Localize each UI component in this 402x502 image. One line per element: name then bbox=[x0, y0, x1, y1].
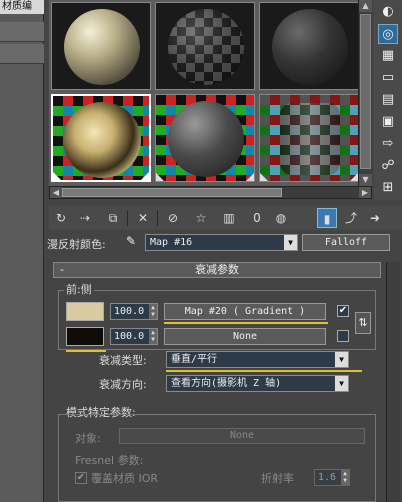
override-ior-label: 覆盖材质 IOR bbox=[91, 472, 159, 485]
side-map-checkbox[interactable] bbox=[337, 330, 349, 342]
right-toolbar: ◐ ◎ ▦ ▭ ▤ ▣ ⇨ ☍ ⊞ bbox=[374, 0, 402, 200]
front-amount-spinner[interactable]: 100.0 ▲ ▼ bbox=[110, 303, 158, 320]
side-map-button[interactable]: None bbox=[164, 328, 326, 345]
sample-slot-4-active[interactable] bbox=[51, 94, 151, 182]
sample-slot-1[interactable] bbox=[51, 2, 151, 90]
fresnel-params-label: Fresnel 参数: bbox=[75, 454, 144, 467]
material-row: 漫反射颜色: ✎ Map #16 ▼ Falloff bbox=[44, 233, 402, 253]
ior-spinner[interactable]: 1.6 ▲ ▼ bbox=[314, 469, 350, 486]
left-side-panel: 材质编 bbox=[0, 0, 44, 502]
object-pick-button[interactable]: None bbox=[119, 428, 365, 444]
go-to-parent-icon[interactable]: ⤴ bbox=[341, 208, 361, 228]
object-label: 对象: bbox=[75, 432, 101, 445]
make-unique-icon[interactable]: ☆ bbox=[191, 208, 211, 228]
put-to-scene-icon[interactable]: ⇢ bbox=[75, 208, 95, 228]
go-forward-icon[interactable]: ➜ bbox=[365, 208, 385, 228]
scroll-down-icon[interactable]: ▼ bbox=[359, 174, 372, 186]
side-amount-spinner[interactable]: 100.0 ▲ ▼ bbox=[110, 328, 158, 345]
scroll-left-icon[interactable]: ◀ bbox=[50, 187, 62, 198]
map-type-button[interactable]: Falloff bbox=[302, 234, 390, 251]
map-name-combo[interactable]: Map #16 ▼ bbox=[145, 234, 298, 251]
material-id-icon[interactable]: 0 bbox=[247, 208, 267, 228]
swap-colors-icon[interactable]: ⇅ bbox=[355, 312, 371, 334]
scroll-thumb[interactable] bbox=[62, 188, 282, 197]
material-navigator-icon[interactable]: ⊞ bbox=[378, 178, 398, 198]
side-color-swatch[interactable] bbox=[66, 327, 104, 346]
reset-icon[interactable]: ✕ bbox=[133, 208, 153, 228]
sample-slots bbox=[49, 0, 372, 186]
chevron-down-icon[interactable]: ▼ bbox=[335, 376, 348, 391]
video-color-check-icon[interactable]: ▤ bbox=[378, 90, 398, 110]
assign-to-selection-icon[interactable]: ⧉ bbox=[103, 208, 123, 228]
scroll-up-icon[interactable]: ▲ bbox=[359, 0, 372, 12]
override-ior-checkbox[interactable]: ✔ bbox=[75, 472, 87, 484]
show-in-viewport-icon[interactable]: ◍ bbox=[271, 208, 291, 228]
sample-slot-5[interactable] bbox=[155, 94, 255, 182]
front-map-button[interactable]: Map #20 ( Gradient ) bbox=[164, 303, 326, 320]
rollout-title: 衰减参数 bbox=[195, 263, 239, 276]
diffuse-color-label: 漫反射颜色: bbox=[47, 238, 106, 251]
make-preview-icon[interactable]: ▣ bbox=[378, 112, 398, 132]
left-panel-cell[interactable] bbox=[0, 44, 44, 64]
get-material-icon[interactable]: ↻ bbox=[51, 208, 71, 228]
sample-slot-6[interactable] bbox=[259, 94, 359, 182]
chevron-down-icon[interactable]: ▼ bbox=[335, 352, 348, 367]
left-panel-title: 材质编 bbox=[0, 0, 44, 14]
falloff-direction-dropdown[interactable]: 查看方向(摄影机 Z 轴) ▼ bbox=[166, 375, 349, 392]
select-by-material-icon[interactable]: ☍ bbox=[378, 156, 398, 176]
sample-slot-3[interactable] bbox=[259, 2, 359, 90]
rollout-header[interactable]: - 衰减参数 bbox=[53, 262, 381, 278]
falloff-direction-label: 衰减方向: bbox=[99, 378, 147, 391]
falloff-type-value: 垂直/平行 bbox=[171, 354, 218, 365]
make-copy-icon[interactable]: ⊘ bbox=[163, 208, 183, 228]
uv-tiling-icon[interactable]: ▭ bbox=[378, 68, 398, 88]
slots-vertical-scrollbar[interactable]: ▲ ▼ bbox=[358, 0, 372, 186]
material-toolbar: ↻ ⇢ ⧉ ✕ ⊘ ☆ ▥ 0 ◍ ▮ ⤴ ➜ bbox=[49, 206, 402, 230]
slots-horizontal-scrollbar[interactable]: ◀ ▶ bbox=[49, 186, 372, 199]
falloff-direction-value: 查看方向(摄影机 Z 轴) bbox=[171, 378, 282, 389]
falloff-type-label: 衰减类型: bbox=[99, 354, 147, 367]
scroll-right-icon[interactable]: ▶ bbox=[359, 187, 371, 198]
background-checker-icon[interactable]: ▦ bbox=[378, 46, 398, 66]
front-map-checkbox[interactable]: ✔ bbox=[337, 305, 349, 317]
map-name-value: Map #16 bbox=[150, 237, 193, 248]
eyedropper-icon[interactable]: ✎ bbox=[122, 234, 140, 252]
sample-type-icon[interactable]: ◐ bbox=[378, 2, 398, 22]
front-side-label: 前:侧 bbox=[64, 283, 94, 296]
options-icon[interactable]: ⇨ bbox=[378, 134, 398, 154]
backlight-icon[interactable]: ◎ bbox=[378, 24, 398, 44]
panel-vertical-scrollbar[interactable] bbox=[386, 262, 400, 502]
chevron-down-icon[interactable]: ▼ bbox=[284, 235, 297, 250]
scroll-thumb[interactable] bbox=[360, 14, 371, 169]
sample-slot-2[interactable] bbox=[155, 2, 255, 90]
ior-label: 折射率 bbox=[261, 472, 294, 485]
put-to-library-icon[interactable]: ▥ bbox=[219, 208, 239, 228]
front-color-swatch[interactable] bbox=[66, 302, 104, 321]
falloff-params-rollout: - 衰减参数 前:侧 100.0 ▲ ▼ Map #20 ( Gradient )… bbox=[53, 262, 381, 502]
show-end-result-icon[interactable]: ▮ bbox=[317, 208, 337, 228]
falloff-type-dropdown[interactable]: 垂直/平行 ▼ bbox=[166, 351, 349, 368]
left-panel-cell[interactable] bbox=[0, 22, 44, 42]
